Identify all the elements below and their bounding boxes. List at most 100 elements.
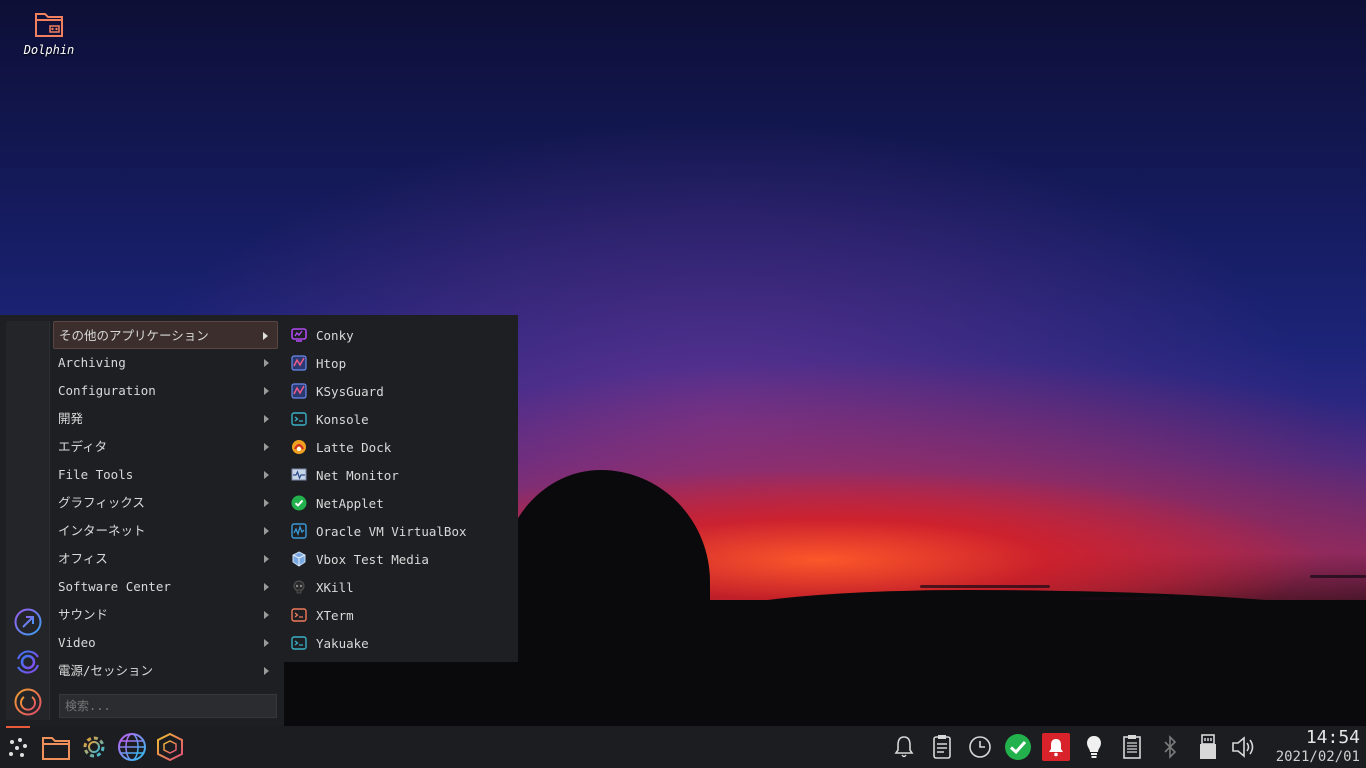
app-item-ksysguard[interactable]: KSysGuard [291,377,511,405]
application-menu: その他のアプリケーション Archiving Configuration 開発 … [0,315,284,726]
submenu-other-apps: Conky Htop KSysGuard Konsole Latte Dock … [284,315,518,662]
settings-button[interactable] [78,731,110,763]
app-item-htop[interactable]: Htop [291,349,511,377]
notifications-button[interactable] [889,731,919,763]
app-label: Konsole [316,411,369,427]
category-label: エディタ [58,439,108,454]
app-label: Latte Dock [316,439,392,455]
file-manager-button[interactable] [40,731,72,763]
category-development[interactable]: 開発 [53,405,278,433]
category-label: グラフィックス [58,495,145,510]
category-office[interactable]: オフィス [53,545,278,573]
category-graphics[interactable]: グラフィックス [53,489,278,517]
browser-button[interactable] [116,731,148,763]
removable-devices-button[interactable] [1193,731,1223,763]
network-status-button[interactable] [1003,731,1033,763]
clipboard-icon [927,731,957,763]
htop-icon [291,355,307,371]
refresh-icon[interactable] [13,647,43,677]
app-launcher-icon [2,731,34,763]
category-label: Software Center [58,579,171,594]
app-label: XKill [316,579,354,595]
category-label: インターネット [58,523,146,538]
terminal-icon [291,411,307,427]
lightbulb-icon [1079,731,1109,763]
chevron-right-icon [264,611,269,619]
wallpaper-cloud [1080,597,1170,600]
settings-icon [78,731,110,763]
folder-icon [40,731,72,763]
wallpaper-cloud [1310,575,1366,578]
chevron-right-icon [264,415,269,423]
arrow-out-icon[interactable] [13,607,43,637]
folder-icon [33,8,65,40]
app-label: NetApplet [316,495,384,511]
category-software-center[interactable]: Software Center [53,573,278,601]
package-manager-button[interactable] [154,731,186,763]
category-power-session[interactable]: 電源/セッション [53,657,278,685]
clock-date: 2021/02/01 [1275,749,1360,765]
app-item-netapplet[interactable]: NetApplet [291,489,511,517]
chevron-right-icon [264,471,269,479]
category-internet[interactable]: インターネット [53,517,278,545]
clipboard-button[interactable] [927,731,957,763]
app-item-konsole[interactable]: Konsole [291,405,511,433]
chevron-right-icon [264,639,269,647]
category-label: その他のアプリケーション [59,328,209,343]
power-icon[interactable] [13,687,43,717]
chevron-right-icon [263,332,268,340]
desktop-icon-label: Dolphin [23,43,75,57]
app-label: Net Monitor [316,467,399,483]
app-label: XTerm [316,607,354,623]
check-icon [291,495,307,511]
app-item-conky[interactable]: Conky [291,321,511,349]
usb-drive-icon [1193,731,1223,763]
category-label: File Tools [58,467,134,482]
category-sound[interactable]: サウンド [53,601,278,629]
volume-button[interactable] [1229,731,1259,763]
wallpaper-ridge [700,590,1366,620]
category-label: オフィス [58,551,108,566]
category-configuration[interactable]: Configuration [53,377,278,405]
clock-applet-button[interactable] [965,731,995,763]
app-label: Yakuake [316,635,369,651]
latte-icon [291,439,307,455]
alert-button[interactable] [1041,731,1071,763]
notes-icon [1117,731,1147,763]
category-other-apps[interactable]: その他のアプリケーション [53,321,278,349]
skull-icon [291,579,307,595]
chevron-right-icon [264,555,269,563]
notification-icon [1041,731,1071,763]
desktop-icon-dolphin[interactable]: Dolphin [18,8,80,57]
digital-clock[interactable]: 14:54 2021/02/01 [1268,728,1360,766]
bluetooth-button[interactable] [1155,731,1185,763]
virtualbox-icon [291,523,307,539]
ksysguard-icon [291,383,307,399]
search-input[interactable] [59,694,277,718]
category-label: Video [58,635,96,650]
category-video[interactable]: Video [53,629,278,657]
chevron-right-icon [264,583,269,591]
app-item-xkill[interactable]: XKill [291,573,511,601]
notes-button[interactable] [1117,731,1147,763]
category-editors[interactable]: エディタ [53,433,278,461]
active-indicator [6,726,30,728]
app-item-yakuake[interactable]: Yakuake [291,629,511,657]
clock-time: 14:54 [1305,727,1360,748]
app-item-xterm[interactable]: XTerm [291,601,511,629]
category-label: Archiving [58,355,126,370]
lightbulb-button[interactable] [1079,731,1109,763]
app-label: Conky [316,327,354,343]
app-item-vbox-test-media[interactable]: Vbox Test Media [291,545,511,573]
category-archiving[interactable]: Archiving [53,349,278,377]
cube-icon [291,551,307,567]
chevron-right-icon [264,387,269,395]
app-item-latte-dock[interactable]: Latte Dock [291,433,511,461]
category-label: 開発 [58,411,84,426]
wallpaper-cloud [920,585,1050,588]
app-launcher-button[interactable] [2,731,34,763]
app-item-virtualbox[interactable]: Oracle VM VirtualBox [291,517,511,545]
app-item-net-monitor[interactable]: Net Monitor [291,461,511,489]
app-label: Vbox Test Media [316,551,429,567]
category-file-tools[interactable]: File Tools [53,461,278,489]
